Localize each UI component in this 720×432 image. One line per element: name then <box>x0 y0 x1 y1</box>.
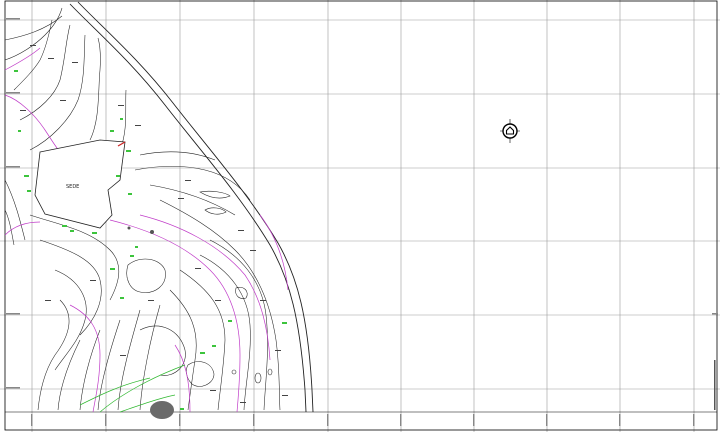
elevation-marks <box>20 45 288 403</box>
building-label: SEDE <box>66 184 79 190</box>
topographic-map: SEDE <box>0 0 720 432</box>
building-sede: SEDE <box>34 139 126 229</box>
major-contour-lines <box>4 47 289 413</box>
rock-outcrops <box>127 226 273 419</box>
grid-tick-marks <box>6 18 718 426</box>
north-arrow-icon <box>500 119 520 143</box>
